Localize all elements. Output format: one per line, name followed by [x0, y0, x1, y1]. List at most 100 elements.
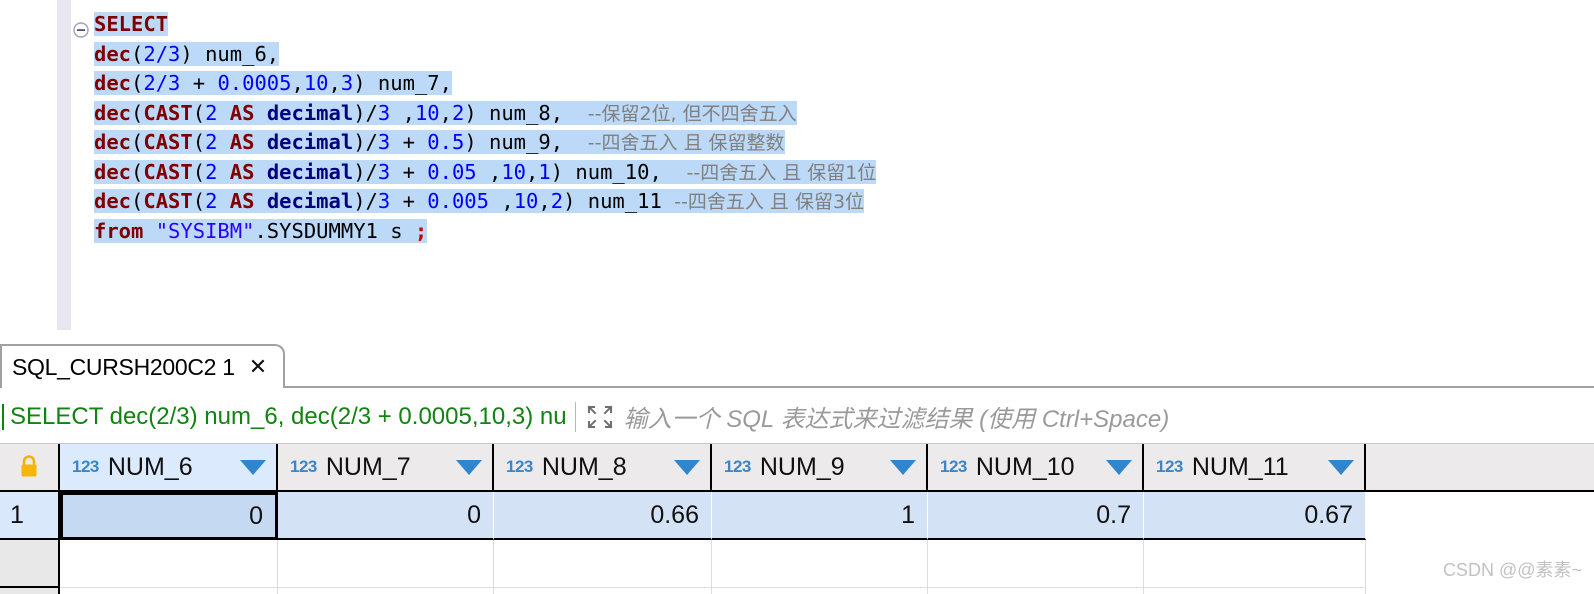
code-token-num: 2/3	[143, 71, 181, 95]
code-line: dec(2/3 + 0.0005,10,3) num_7,	[94, 69, 876, 99]
tab-sql-cursh200c2[interactable]: SQL_CURSH200C2 1 ✕	[0, 344, 286, 388]
chevron-down-icon[interactable]	[456, 459, 482, 475]
code-token-pln: (	[131, 159, 144, 184]
code-token-pln	[217, 101, 229, 125]
grid-body[interactable]: 123 NUM_6 123 NUM_7 123 NUM_8 123 NUM_9 123 NUM_1…	[0, 444, 1594, 594]
chevron-down-icon[interactable]	[674, 459, 700, 475]
code-token-pln: )/	[353, 159, 378, 184]
empty-cell[interactable]	[494, 540, 712, 588]
chevron-down-icon[interactable]	[890, 459, 916, 475]
selected-code: dec(CAST(2 AS decimal)/3 + 0.05 ,10,1) n…	[94, 159, 877, 184]
empty-cell[interactable]	[494, 588, 712, 594]
empty-cell[interactable]	[278, 540, 494, 588]
code-token-kw: AS	[229, 130, 255, 154]
code-token-kw: CAST	[143, 159, 193, 184]
code-token-cmt: --四舍五入 且 保留3位	[674, 191, 865, 213]
empty-cell[interactable]	[928, 588, 1144, 594]
column-header-num_7[interactable]: 123 NUM_7	[278, 444, 494, 492]
row-number-empty[interactable]	[0, 540, 60, 588]
empty-cell[interactable]	[1144, 540, 1366, 588]
code-token-pln: ) num_9,	[464, 130, 588, 154]
column-header-num_10[interactable]: 123 NUM_10	[928, 444, 1144, 492]
empty-row[interactable]	[0, 588, 1594, 594]
empty-cell[interactable]	[712, 588, 928, 594]
empty-cell[interactable]	[1144, 588, 1366, 594]
cell-num_11[interactable]: 0.67	[1144, 492, 1366, 540]
cell-num_6[interactable]: 0	[60, 492, 278, 540]
filter-input-placeholder[interactable]: 输入一个 SQL 表达式来过滤结果 (使用 Ctrl+Space)	[624, 399, 1170, 434]
empty-cell[interactable]	[278, 588, 494, 594]
row-filler	[1366, 588, 1594, 594]
code-token-kw: dec	[94, 159, 132, 184]
chevron-down-icon[interactable]	[240, 459, 266, 475]
code-token-num: 2	[205, 130, 218, 154]
text-caret	[2, 403, 4, 430]
cell-num_10[interactable]: 0.7	[928, 492, 1144, 540]
code-token-kw: dec	[94, 71, 132, 95]
code-token-num: 0.05	[427, 159, 477, 184]
column-header-label: NUM_6	[107, 452, 193, 481]
column-header-num_8[interactable]: 123 NUM_8	[494, 444, 712, 492]
code-token-pln: (	[192, 189, 206, 213]
code-token-num: 10	[303, 71, 329, 95]
sql-code-block[interactable]: SELECT dec(2/3) num_6, dec(2/3 + 0.0005,10…	[94, 10, 877, 247]
column-header-num_6[interactable]: 123 NUM_6	[60, 444, 278, 492]
watermark: CSDN @@素素~	[1442, 560, 1582, 580]
expand-arrows-icon[interactable]	[586, 404, 614, 430]
code-token-kw: AS	[229, 189, 255, 213]
code-token-kw: dec	[94, 189, 132, 213]
selected-code: dec(CAST(2 AS decimal)/3 + 0.005 ,10,2) …	[94, 189, 865, 213]
code-token-kw: CAST	[143, 130, 193, 154]
cell-num_8[interactable]: 0.66	[494, 492, 712, 540]
selected-code: from "SYSIBM".SYSDUMMY1 s ;	[94, 218, 428, 243]
code-token-kw: dec	[94, 41, 132, 66]
code-token-kw: SELECT	[94, 12, 169, 36]
empty-row[interactable]	[0, 540, 1594, 588]
code-token-kw: dec	[94, 130, 132, 154]
selected-code: SELECT	[94, 12, 169, 36]
result-grid[interactable]: 123 NUM_6 123 NUM_7 123 NUM_8 123 NUM_9 123 NUM_1…	[0, 444, 1594, 594]
row-number[interactable]: 1	[0, 492, 60, 540]
code-line: from "SYSIBM".SYSDUMMY1 s ;	[94, 217, 876, 247]
collapse-minus-icon[interactable]	[73, 22, 89, 38]
code-line: dec(CAST(2 AS decimal)/3 + 0.05 ,10,1) n…	[94, 158, 877, 188]
code-token-pln: +	[390, 130, 428, 154]
column-header-label: NUM_7	[325, 452, 411, 481]
code-line: dec(CAST(2 AS decimal)/3 ,10,2) num_8, -…	[94, 99, 876, 129]
cell-num_7[interactable]: 0	[278, 492, 494, 540]
chevron-down-icon[interactable]	[1106, 459, 1132, 475]
close-icon[interactable]: ✕	[249, 356, 267, 378]
code-token-typ: decimal	[266, 189, 354, 213]
column-header-label: NUM_11	[1191, 452, 1289, 481]
code-line: dec(CAST(2 AS decimal)/3 + 0.5) num_9, -…	[94, 128, 876, 158]
empty-cell[interactable]	[712, 540, 928, 588]
row-number-empty[interactable]	[0, 588, 60, 594]
code-token-pln: ,	[390, 100, 415, 125]
empty-cell[interactable]	[60, 588, 278, 594]
sql-editor[interactable]: SELECT dec(2/3) num_6, dec(2/3 + 0.0005,10…	[0, 0, 1594, 330]
code-token-pln: ,	[489, 189, 514, 213]
code-token-kw: CAST	[143, 189, 193, 213]
empty-cell[interactable]	[60, 540, 278, 588]
code-token-pln: ,	[328, 71, 341, 95]
code-token-pln	[217, 160, 229, 184]
code-token-num: 2	[205, 189, 218, 213]
code-token-num: 2	[205, 100, 218, 125]
grid-corner-cell[interactable]	[0, 444, 60, 492]
code-token-num: 3	[377, 130, 391, 154]
column-header-num_9[interactable]: 123 NUM_9	[712, 444, 928, 492]
chevron-down-icon[interactable]	[1328, 459, 1354, 475]
result-filter-bar[interactable]: SELECT dec(2/3) num_6, dec(2/3 + 0.0005,…	[0, 390, 1594, 444]
table-row[interactable]: 1 0 0 0.66 1 0.7 0.67	[0, 492, 1594, 540]
column-type-badge: 123	[506, 457, 533, 476]
selected-code: dec(2/3 + 0.0005,10,3) num_7,	[94, 71, 452, 95]
code-token-pln: ) num_10,	[550, 159, 687, 184]
cell-num_9[interactable]: 1	[712, 492, 928, 540]
results-tab-bar: SQL_CURSH200C2 1 ✕	[0, 344, 1594, 388]
code-token-pln: (	[192, 130, 206, 154]
empty-cell[interactable]	[928, 540, 1144, 588]
column-header-num_11[interactable]: 123 NUM_11	[1144, 444, 1366, 492]
code-token-pln: ,	[291, 71, 304, 95]
code-token-pln: (	[131, 71, 144, 95]
code-token-pln	[143, 219, 155, 243]
